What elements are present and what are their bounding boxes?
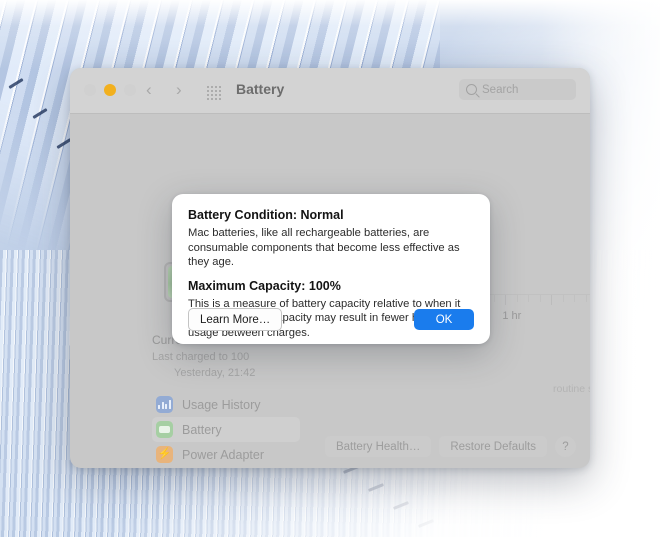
battery-icon [156, 421, 173, 438]
search-icon [466, 84, 477, 95]
last-charged-text: Last charged to 100 [152, 351, 249, 363]
close-button[interactable] [84, 84, 96, 96]
sidebar-item-power-adapter[interactable]: ⚡ Power Adapter [152, 442, 300, 467]
slider-label: 1 hr [502, 310, 521, 322]
slider-tick [540, 295, 541, 302]
slider-tick [551, 295, 552, 305]
slider-tick [528, 295, 529, 302]
power-bolt-icon: ⚡ [156, 446, 173, 463]
forward-chevron-icon[interactable]: › [176, 81, 182, 99]
sidebar-item-label: Usage History [182, 398, 261, 412]
search-placeholder: Search [482, 84, 518, 96]
sidebar-item-schedule[interactable]: Schedule [152, 467, 300, 468]
learn-more-button[interactable]: Learn More… [188, 308, 282, 331]
battery-condition-heading: Battery Condition: Normal [188, 208, 474, 222]
screen: ‹ › Battery Search Current Level: 89% La… [0, 0, 660, 537]
slider-tick [494, 295, 495, 302]
battery-health-button[interactable]: Battery Health… [325, 436, 431, 457]
back-chevron-icon[interactable]: ‹ [146, 81, 152, 99]
restore-defaults-button[interactable]: Restore Defaults [439, 436, 547, 457]
traffic-light-buttons [84, 84, 136, 96]
slider-tick [505, 295, 506, 305]
helper-text: routine so it can wait [553, 383, 590, 395]
ok-button[interactable]: OK [414, 309, 474, 330]
slider-tick [563, 295, 564, 302]
dialog-spacer [188, 270, 474, 279]
window-titlebar: ‹ › Battery Search [70, 68, 590, 114]
maximum-capacity-heading: Maximum Capacity: 100% [188, 279, 474, 293]
slider-tick [574, 295, 575, 302]
footer-button-row: Battery Health… Restore Defaults ? [325, 436, 576, 457]
sidebar-item-usage-history[interactable]: Usage History [152, 392, 300, 417]
preferences-sidebar-list: Usage History Battery ⚡ Power Adapter Schedu… [152, 392, 300, 468]
last-charged-time: Yesterday, 21:42 [174, 367, 255, 379]
window-title: Battery [236, 81, 284, 97]
slider-tick [517, 295, 518, 302]
search-field[interactable]: Search [459, 79, 576, 100]
sidebar-item-label: Battery [182, 423, 222, 437]
help-button[interactable]: ? [555, 436, 576, 457]
slider-tick [586, 295, 587, 302]
bar-chart-icon [156, 396, 173, 413]
battery-condition-body: Mac batteries, like all rechargeable bat… [188, 226, 474, 270]
zoom-button[interactable] [124, 84, 136, 96]
minimize-button[interactable] [104, 84, 116, 96]
sidebar-item-battery[interactable]: Battery [152, 417, 300, 442]
dialog-actions: Learn More… OK [188, 308, 474, 331]
show-all-grid-icon[interactable] [207, 86, 221, 100]
sidebar-item-label: Power Adapter [182, 448, 264, 462]
battery-condition-dialog: Battery Condition: Normal Mac batteries,… [172, 194, 490, 344]
